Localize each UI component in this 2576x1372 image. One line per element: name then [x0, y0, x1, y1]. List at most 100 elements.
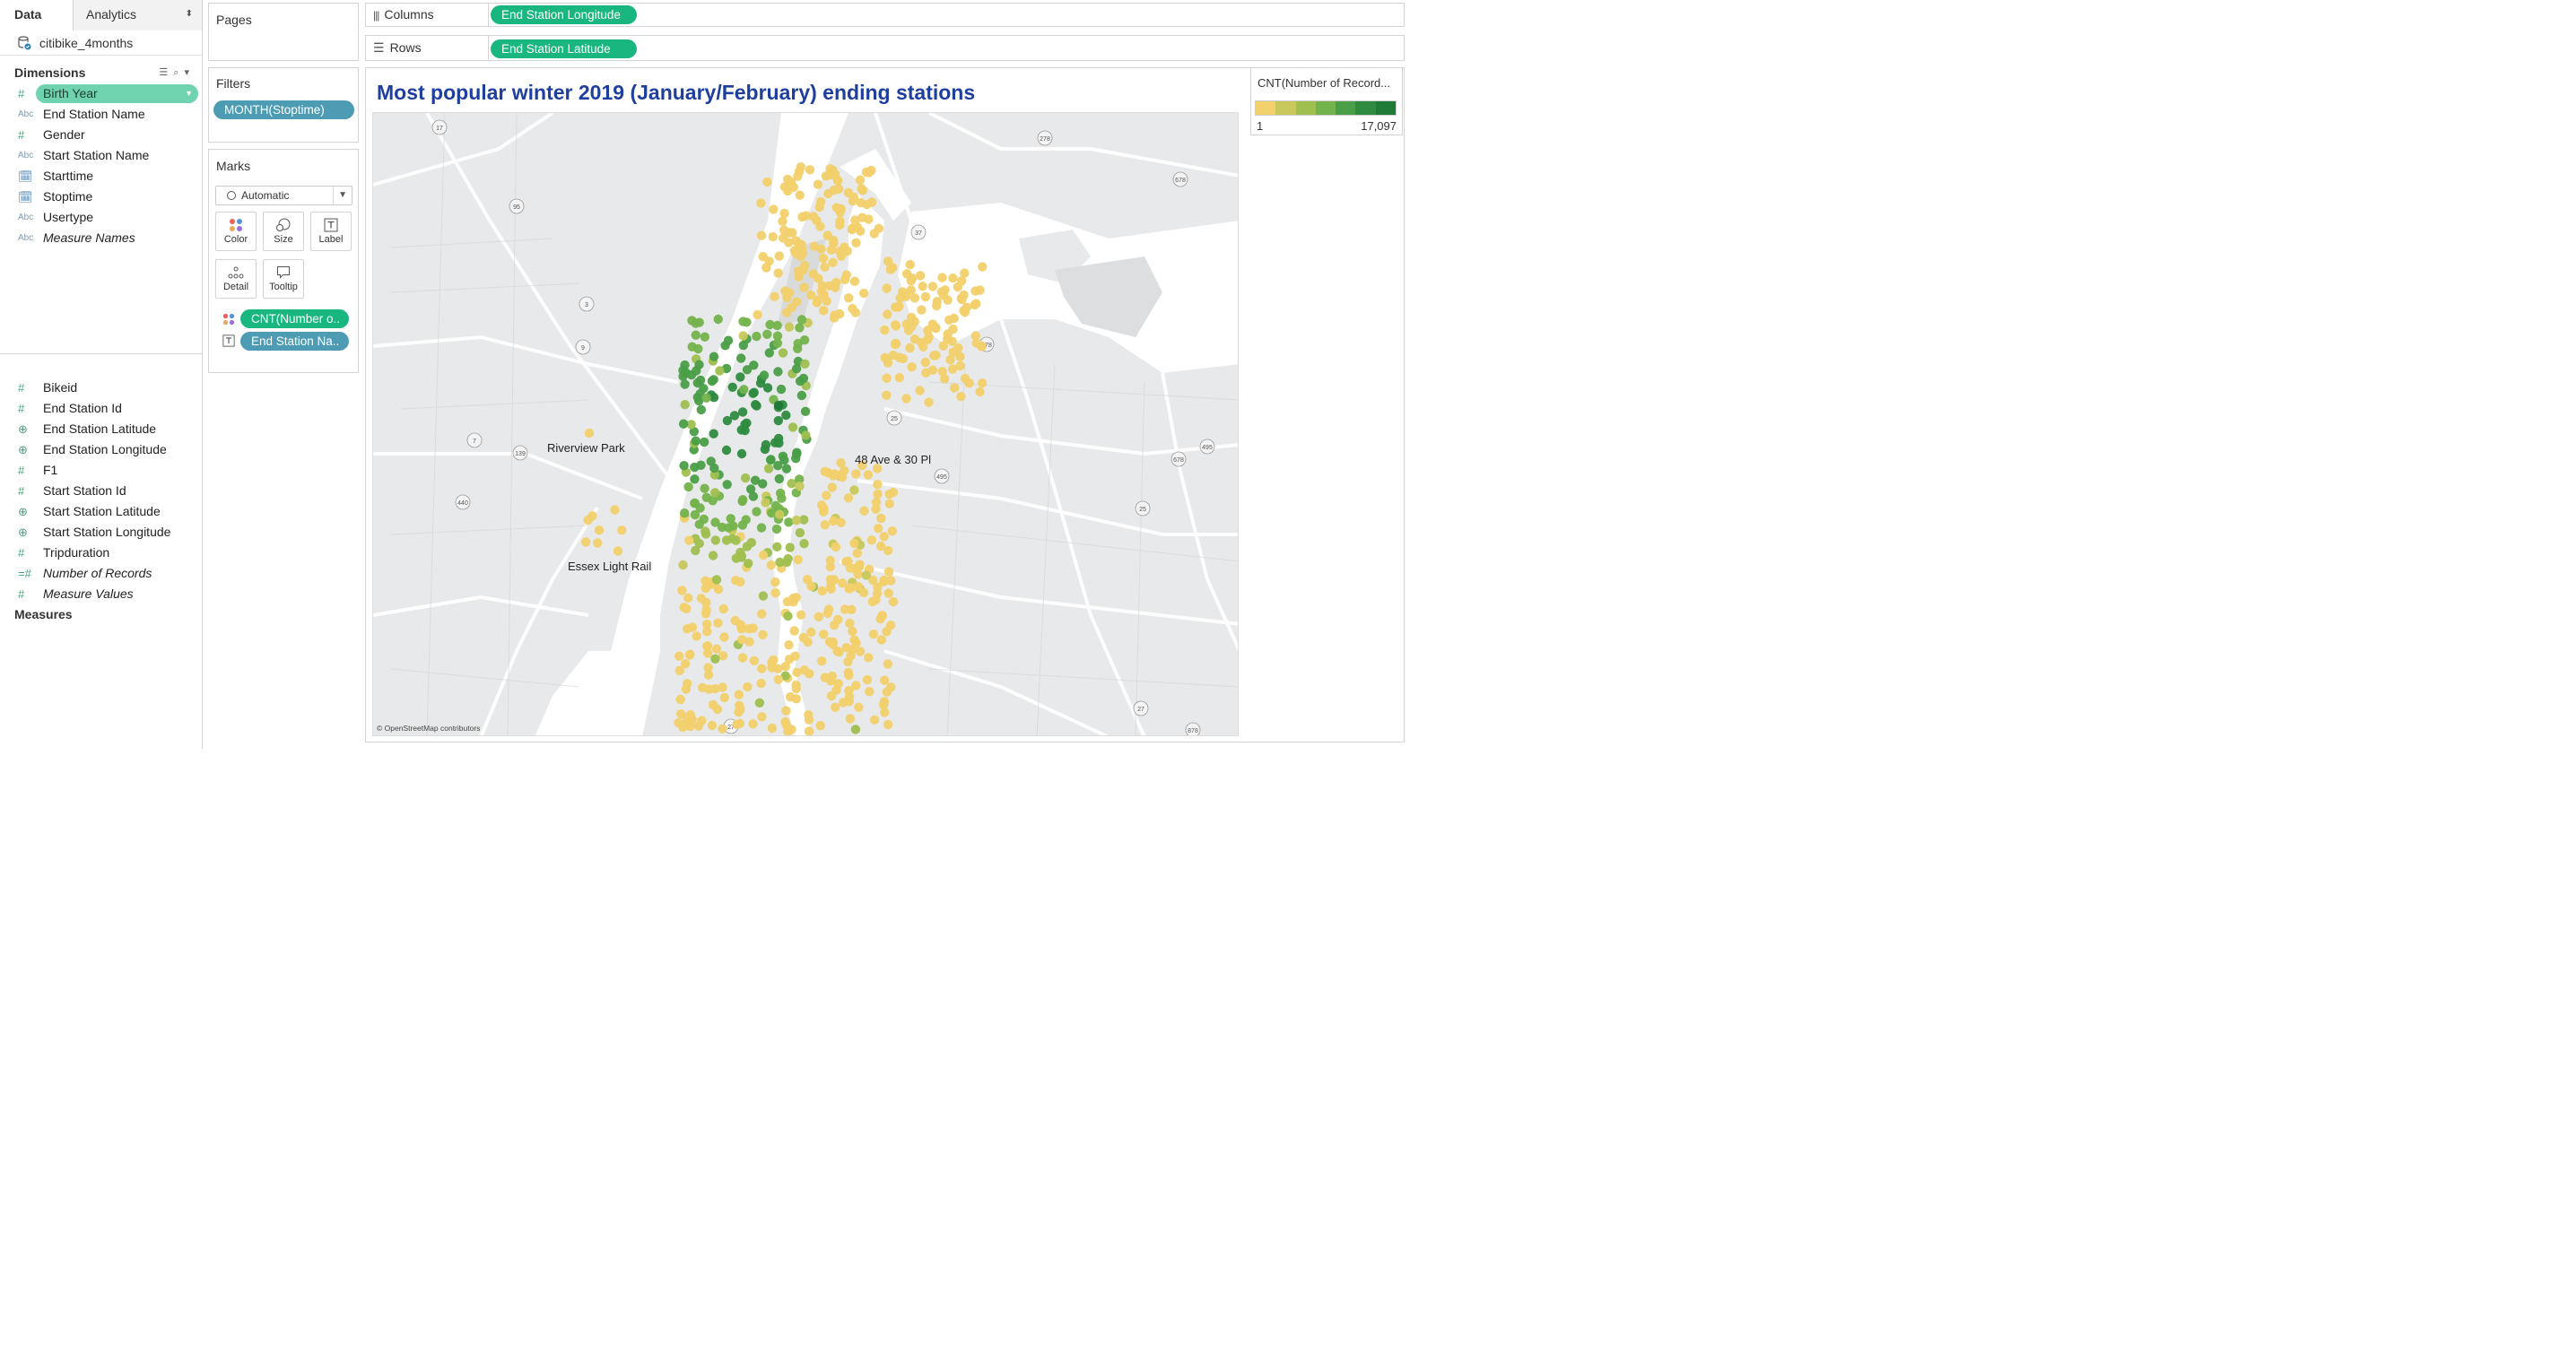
- station-mark[interactable]: [882, 390, 892, 400]
- station-mark[interactable]: [891, 339, 901, 349]
- station-mark[interactable]: [918, 282, 927, 291]
- station-mark[interactable]: [786, 178, 796, 187]
- station-mark[interactable]: [882, 687, 892, 697]
- station-mark[interactable]: [700, 332, 709, 342]
- station-mark[interactable]: [708, 551, 718, 560]
- station-mark[interactable]: [882, 283, 892, 293]
- station-mark[interactable]: [797, 212, 807, 222]
- station-mark[interactable]: [880, 352, 890, 363]
- station-mark[interactable]: [773, 367, 783, 377]
- station-mark[interactable]: [711, 644, 722, 654]
- station-mark[interactable]: [742, 418, 752, 428]
- field-bikeid[interactable]: # Bikeid: [0, 378, 203, 398]
- station-mark[interactable]: [734, 690, 744, 699]
- station-mark[interactable]: [721, 445, 732, 456]
- station-mark[interactable]: [836, 251, 847, 261]
- field-gender[interactable]: # Gender: [0, 125, 202, 145]
- station-mark[interactable]: [735, 577, 745, 587]
- field-end-station-name[interactable]: Abc End Station Name: [0, 104, 202, 125]
- station-mark[interactable]: [770, 291, 779, 301]
- station-mark[interactable]: [764, 256, 774, 266]
- station-mark[interactable]: [675, 694, 685, 705]
- station-mark[interactable]: [735, 620, 746, 630]
- station-mark[interactable]: [844, 293, 854, 303]
- station-mark[interactable]: [977, 342, 987, 352]
- station-mark[interactable]: [873, 582, 883, 592]
- station-mark[interactable]: [613, 546, 623, 556]
- station-mark[interactable]: [726, 514, 735, 524]
- station-mark[interactable]: [782, 596, 793, 607]
- station-mark[interactable]: [883, 309, 892, 319]
- station-mark[interactable]: [797, 248, 808, 258]
- station-mark[interactable]: [722, 480, 732, 490]
- station-mark[interactable]: [817, 586, 827, 596]
- station-mark[interactable]: [791, 364, 802, 374]
- station-mark[interactable]: [718, 604, 728, 614]
- station-mark[interactable]: [696, 404, 706, 415]
- station-mark[interactable]: [801, 430, 811, 440]
- station-mark[interactable]: [793, 343, 803, 353]
- station-mark[interactable]: [915, 386, 925, 395]
- station-mark[interactable]: [617, 525, 627, 535]
- station-mark[interactable]: [772, 542, 782, 551]
- station-mark[interactable]: [713, 618, 723, 628]
- station-mark[interactable]: [871, 497, 882, 508]
- station-mark[interactable]: [977, 378, 988, 388]
- station-mark[interactable]: [798, 632, 808, 643]
- station-mark[interactable]: [845, 618, 855, 629]
- station-mark[interactable]: [822, 608, 832, 619]
- mark-type-dropdown[interactable]: Automatic ▼: [215, 186, 352, 205]
- station-mark[interactable]: [593, 538, 603, 548]
- station-mark[interactable]: [787, 725, 796, 734]
- station-mark[interactable]: [684, 650, 695, 660]
- station-mark[interactable]: [699, 437, 709, 447]
- station-mark[interactable]: [584, 428, 595, 439]
- station-mark[interactable]: [888, 350, 898, 360]
- station-mark[interactable]: [937, 273, 947, 282]
- station-mark[interactable]: [835, 308, 845, 319]
- station-mark[interactable]: [767, 723, 778, 734]
- station-mark[interactable]: [752, 331, 761, 342]
- station-mark[interactable]: [710, 535, 720, 545]
- station-mark[interactable]: [692, 631, 701, 641]
- station-mark[interactable]: [722, 415, 733, 426]
- station-mark[interactable]: [674, 717, 683, 728]
- station-mark[interactable]: [687, 342, 697, 352]
- station-mark[interactable]: [781, 706, 791, 716]
- station-mark[interactable]: [828, 639, 838, 649]
- station-mark[interactable]: [757, 664, 767, 673]
- station-mark[interactable]: [840, 274, 850, 284]
- station-mark[interactable]: [745, 484, 756, 494]
- station-mark[interactable]: [971, 299, 981, 308]
- station-mark[interactable]: [861, 167, 871, 178]
- station-mark[interactable]: [848, 303, 857, 314]
- station-mark[interactable]: [781, 410, 791, 421]
- station-mark[interactable]: [778, 216, 788, 226]
- station-mark[interactable]: [701, 604, 711, 615]
- station-mark[interactable]: [763, 464, 774, 473]
- station-mark[interactable]: [741, 473, 751, 483]
- station-mark[interactable]: [843, 667, 853, 678]
- station-mark[interactable]: [773, 268, 783, 278]
- station-mark[interactable]: [901, 269, 912, 279]
- station-mark[interactable]: [781, 464, 792, 473]
- station-mark[interactable]: [764, 348, 774, 358]
- station-mark[interactable]: [840, 242, 849, 252]
- station-mark-max[interactable]: [773, 400, 784, 411]
- station-mark[interactable]: [775, 557, 785, 568]
- station-mark[interactable]: [710, 654, 720, 664]
- station-mark[interactable]: [831, 685, 841, 695]
- station-mark[interactable]: [970, 286, 980, 296]
- station-mark[interactable]: [905, 259, 915, 270]
- station-mark[interactable]: [710, 488, 720, 498]
- station-mark[interactable]: [893, 302, 903, 312]
- station-mark[interactable]: [731, 535, 741, 545]
- station-mark[interactable]: [694, 360, 704, 369]
- station-mark[interactable]: [787, 302, 796, 312]
- station-mark[interactable]: [884, 499, 894, 508]
- station-mark[interactable]: [932, 297, 942, 307]
- station-mark[interactable]: [862, 674, 873, 685]
- station-mark[interactable]: [838, 578, 848, 588]
- station-mark[interactable]: [719, 692, 729, 703]
- station-mark[interactable]: [677, 586, 687, 595]
